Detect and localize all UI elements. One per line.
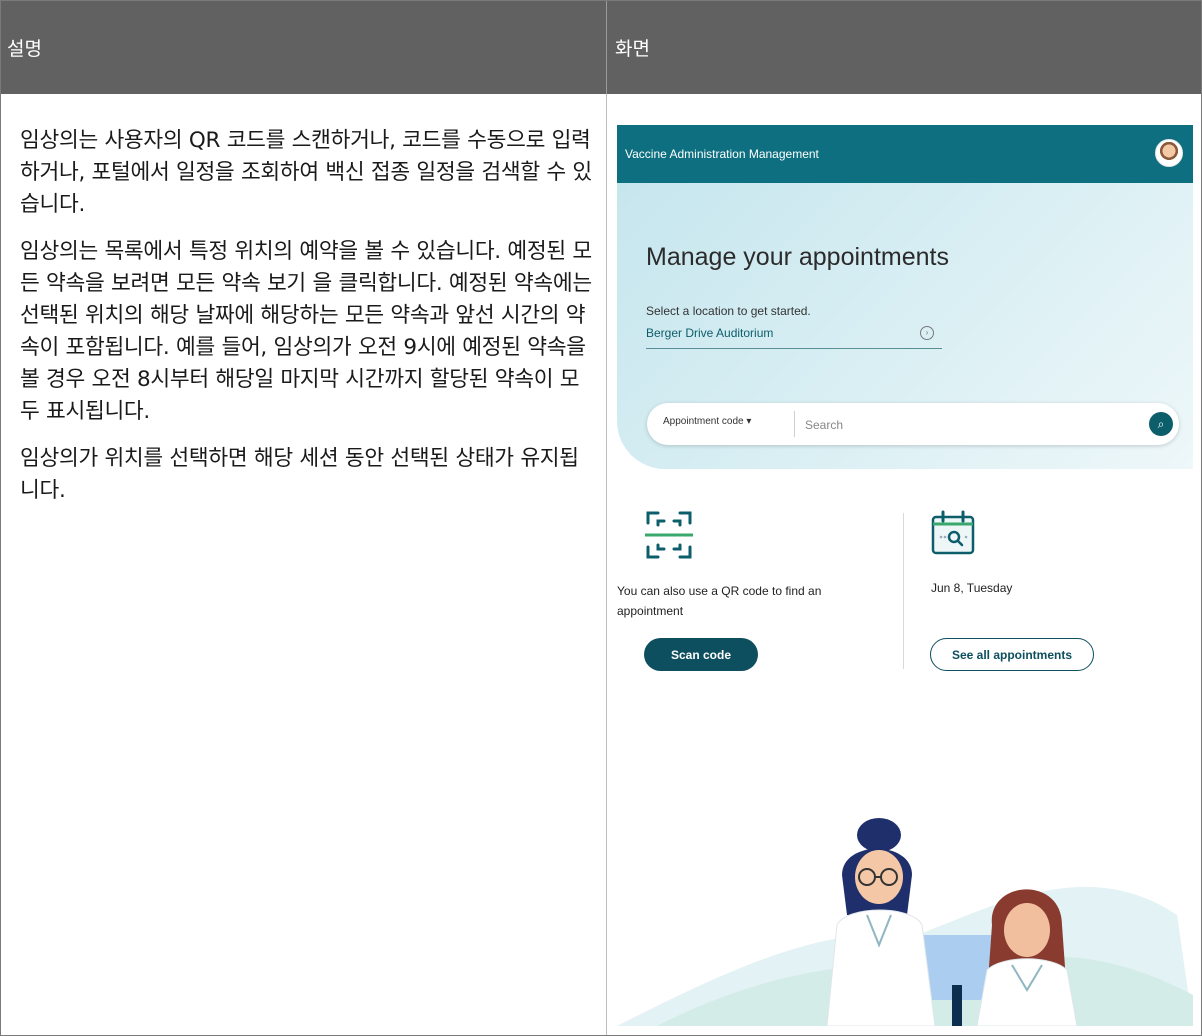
search-icon[interactable]: ⌕ [1149, 412, 1173, 436]
document-table: 설명 화면 임상의는 사용자의 QR 코드를 스캔하거나, 코드를 수동으로 입… [0, 0, 1202, 1036]
location-prompt: Select a location to get started. [646, 304, 811, 318]
qr-scan-icon [645, 511, 693, 559]
search-bar: Appointment code ▾ ⌕ [647, 403, 1179, 445]
selected-location: Berger Drive Auditorium [646, 326, 774, 340]
description-paragraph-1: 임상의는 사용자의 QR 코드를 스캔하거나, 코드를 수동으로 입력하거나, … [20, 128, 592, 217]
description-paragraph-3: 임상의가 위치를 선택하면 해당 세션 동안 선택된 상태가 유지됩니다. [20, 446, 579, 503]
calendar-search-icon [931, 510, 975, 555]
description-column: 임상의는 사용자의 QR 코드를 스캔하거나, 코드를 수동으로 입력하거나, … [20, 125, 595, 522]
app-screenshot: Vaccine Administration Management Manage… [617, 125, 1193, 1026]
header-description: 설명 [1, 1, 607, 94]
search-type-dropdown[interactable]: Appointment code ▾ [663, 416, 751, 427]
scan-code-button[interactable]: Scan code [644, 638, 758, 671]
app-title: Vaccine Administration Management [625, 147, 819, 161]
section-divider [903, 513, 904, 669]
current-date: Jun 8, Tuesday [931, 581, 1013, 595]
page-title: Manage your appointments [646, 243, 949, 271]
description-paragraph-2: 임상의는 목록에서 특정 위치의 예약을 볼 수 있습니다. 예정된 모든 약속… [20, 239, 592, 424]
table-header: 설명 화면 [1, 1, 1201, 94]
chevron-circle-icon: › [920, 326, 934, 340]
qr-helper-text: You can also use a QR code to find an ap… [617, 584, 822, 618]
clinicians-illustration [617, 818, 1193, 1026]
search-input[interactable] [803, 412, 1147, 438]
location-select[interactable]: Berger Drive Auditorium › [646, 324, 942, 349]
see-all-appointments-button[interactable]: See all appointments [930, 638, 1094, 671]
search-divider [794, 411, 795, 437]
header-screen: 화면 [615, 38, 650, 60]
avatar[interactable] [1155, 139, 1183, 167]
column-divider [606, 94, 607, 1035]
app-topbar: Vaccine Administration Management [617, 125, 1193, 183]
